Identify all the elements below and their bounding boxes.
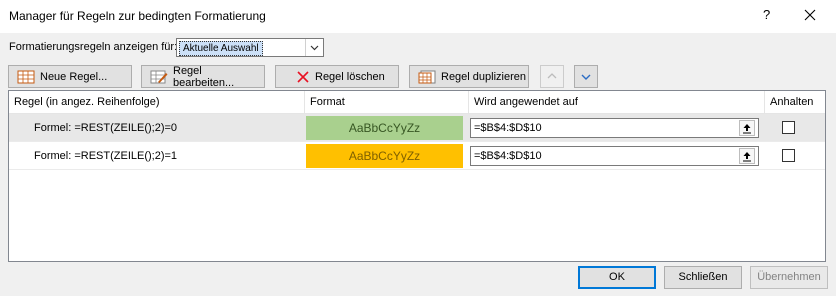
delete-rule-button[interactable]: Regel löschen: [275, 65, 399, 88]
collapse-range-button[interactable]: [739, 120, 755, 136]
duplicate-rule-label: Regel duplizieren: [441, 70, 526, 83]
collapse-icon: [743, 124, 751, 134]
column-header-format[interactable]: Format: [305, 91, 469, 113]
ok-button[interactable]: OK: [578, 266, 656, 289]
show-rules-select[interactable]: Aktuelle Auswahl: [176, 38, 324, 57]
rules-list: Regel (in angez. Reihenfolge) Format Wir…: [8, 90, 826, 262]
format-preview: AaBbCcYyZz: [306, 116, 463, 140]
edit-rule-label: Regel bearbeiten...: [173, 64, 235, 89]
close-button[interactable]: [798, 5, 822, 25]
chevron-down-icon[interactable]: [305, 39, 323, 56]
move-up-button[interactable]: [540, 65, 564, 88]
rules-header: Regel (in angez. Reihenfolge) Format Wir…: [9, 91, 825, 114]
rule-text: Formel: =REST(ZEILE();2)=1: [34, 150, 178, 162]
apply-button[interactable]: Übernehmen: [750, 266, 828, 289]
delete-rule-label: Regel löschen: [315, 70, 385, 83]
format-preview: AaBbCcYyZz: [306, 144, 463, 168]
column-header-stop[interactable]: Anhalten: [765, 91, 825, 113]
show-rules-label: Formatierungsregeln anzeigen für:: [9, 41, 178, 53]
table-row[interactable]: Formel: =REST(ZEILE();2)=0 AaBbCcYyZz =$…: [9, 114, 825, 142]
rule-toolbar: Neue Regel... Regel bearbeiten... Regel …: [8, 60, 826, 90]
chevron-down-icon: [581, 74, 591, 80]
duplicate-rule-icon: [418, 70, 436, 83]
delete-icon: [297, 70, 309, 83]
title-bar: Manager für Regeln zur bedingten Formati…: [0, 0, 836, 33]
new-rule-icon: [17, 70, 35, 83]
help-button[interactable]: ?: [763, 7, 770, 22]
dialog-title: Manager für Regeln zur bedingten Formati…: [9, 9, 266, 23]
applies-to-field[interactable]: =$B$4:$D$10: [470, 146, 759, 166]
applies-to-field[interactable]: =$B$4:$D$10: [470, 118, 759, 138]
chevron-up-icon: [547, 73, 557, 79]
show-rules-value: Aktuelle Auswahl: [179, 41, 263, 56]
edit-rule-button[interactable]: Regel bearbeiten...: [141, 64, 265, 89]
stop-checkbox[interactable]: [782, 149, 795, 162]
applies-to-value: =$B$4:$D$10: [474, 122, 542, 134]
collapse-range-button[interactable]: [739, 148, 755, 164]
close-dialog-button[interactable]: Schließen: [664, 266, 742, 289]
edit-rule-icon: [150, 70, 168, 83]
duplicate-rule-button[interactable]: Regel duplizieren: [409, 65, 529, 88]
rule-text: Formel: =REST(ZEILE();2)=0: [34, 122, 178, 134]
new-rule-label: Neue Regel...: [40, 70, 108, 83]
column-header-rule[interactable]: Regel (in angez. Reihenfolge): [9, 91, 305, 113]
collapse-icon: [743, 152, 751, 162]
column-header-applies-to[interactable]: Wird angewendet auf: [469, 91, 765, 113]
applies-to-value: =$B$4:$D$10: [474, 150, 542, 162]
stop-checkbox[interactable]: [782, 121, 795, 134]
close-icon: [804, 9, 816, 21]
new-rule-button[interactable]: Neue Regel...: [8, 65, 132, 88]
move-down-button[interactable]: [574, 65, 598, 88]
table-row[interactable]: Formel: =REST(ZEILE();2)=1 AaBbCcYyZz =$…: [9, 142, 825, 170]
